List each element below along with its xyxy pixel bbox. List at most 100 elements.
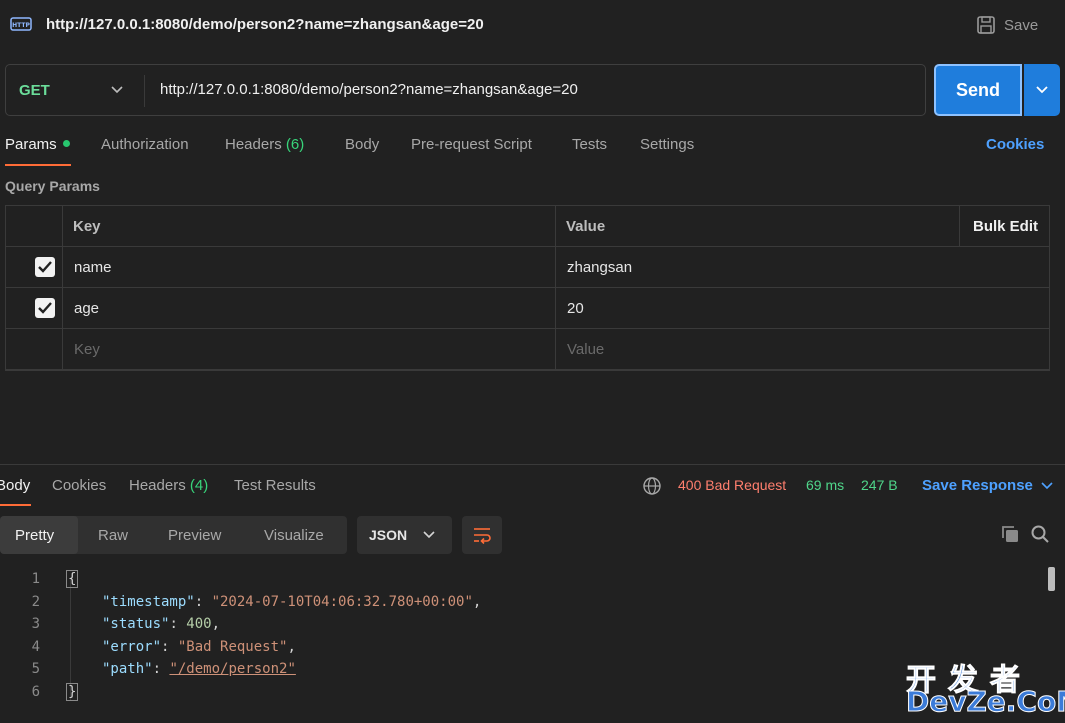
json-key: "path" (102, 661, 153, 677)
format-label: JSON (369, 527, 408, 543)
response-size[interactable]: 247 B (861, 477, 898, 493)
column-divider (959, 206, 960, 247)
response-time[interactable]: 69 ms (806, 477, 844, 493)
send-options-button[interactable] (1024, 64, 1060, 116)
floppy-disk-icon (977, 16, 995, 34)
active-tab-underline (5, 164, 71, 166)
headers-count: (6) (285, 136, 305, 153)
search-icon[interactable] (1030, 524, 1050, 544)
http-file-icon: HTTP (10, 17, 32, 31)
tab-authorization[interactable]: Authorization (101, 136, 189, 153)
json-key: "timestamp" (102, 594, 195, 610)
response-status[interactable]: 400 Bad Request (678, 477, 786, 493)
code-text: "error": "Bad Request", (102, 639, 296, 655)
open-brace: { (66, 570, 79, 588)
response-headers-count: (4) (189, 477, 209, 494)
tab-response-headers[interactable]: Headers (4) (129, 477, 208, 494)
response-body-editor[interactable]: 1 { 2 "timestamp": "2024-07-10T04:06:32.… (0, 568, 1045, 718)
tab-headers[interactable]: Headers (6) (225, 136, 304, 153)
tab-pre-request-script[interactable]: Pre-request Script (411, 136, 532, 153)
query-params-label: Query Params (5, 178, 100, 194)
line-number: 2 (31, 594, 40, 610)
table-row-new: Key Value (6, 329, 1049, 370)
table-row: name zhangsan (6, 247, 1049, 288)
chevron-down-icon (1036, 86, 1048, 94)
view-mode-toggle: Pretty Raw Preview Visualize (0, 516, 347, 554)
checkbox-checked[interactable] (35, 298, 55, 318)
chevron-down-icon (1041, 481, 1053, 489)
line-number: 1 (31, 571, 40, 587)
tab-response-headers-label: Headers (129, 477, 186, 494)
view-visualize[interactable]: Visualize (249, 516, 339, 554)
bulk-edit-button[interactable]: Bulk Edit (973, 206, 1038, 246)
tab-tests[interactable]: Tests (572, 136, 607, 153)
watermark-logo: 开发者 DevZe.CoM (905, 655, 1065, 719)
column-header-value: Value (566, 217, 606, 235)
checkmark-icon (38, 302, 52, 314)
json-comma: , (287, 639, 296, 655)
params-active-dot (62, 140, 70, 147)
table-header-row: Key Value Bulk Edit (6, 206, 1049, 247)
url-input[interactable]: http://127.0.0.1:8080/demo/person2?name=… (160, 81, 578, 98)
code-text: "path": "/demo/person2" (102, 661, 296, 677)
globe-icon[interactable] (642, 476, 662, 496)
response-tabs: Body Cookies Headers (4) Test Results 40… (0, 466, 1065, 508)
tab-params[interactable]: Params (5, 136, 70, 153)
param-checkbox[interactable] (35, 247, 55, 287)
cookies-link[interactable]: Cookies (986, 136, 1044, 153)
tab-settings[interactable]: Settings (640, 136, 694, 153)
code-text: { (66, 570, 79, 588)
view-preview[interactable]: Preview (153, 516, 236, 554)
save-button[interactable]: Save (976, 14, 1038, 36)
code-text: "timestamp": "2024-07-10T04:06:32.780+00… (102, 594, 482, 610)
column-divider (62, 206, 63, 370)
title-bar: HTTP http://127.0.0.1:8080/demo/person2?… (0, 0, 1065, 50)
param-key[interactable]: name (74, 247, 112, 287)
new-param-value-input[interactable]: Value (567, 329, 604, 369)
save-response-button[interactable]: Save Response (922, 477, 1053, 494)
copy-icon[interactable] (1000, 524, 1020, 544)
json-comma: , (472, 594, 482, 610)
line-number: 6 (31, 684, 40, 700)
param-value[interactable]: 20 (567, 288, 584, 328)
new-param-key-input[interactable]: Key (74, 329, 100, 369)
tab-test-results[interactable]: Test Results (234, 477, 316, 494)
table-row: age 20 (6, 288, 1049, 329)
column-header-key: Key (73, 217, 101, 235)
url-bar: GET http://127.0.0.1:8080/demo/person2?n… (5, 64, 926, 116)
format-select[interactable]: JSON (357, 516, 452, 554)
code-line: 2 "timestamp": "2024-07-10T04:06:32.780+… (0, 591, 1000, 613)
param-key[interactable]: age (74, 288, 99, 328)
response-divider[interactable] (0, 464, 1065, 465)
param-value[interactable]: zhangsan (567, 247, 632, 287)
chevron-down-icon (423, 531, 435, 539)
view-raw[interactable]: Raw (83, 516, 143, 554)
json-key: "status" (102, 616, 170, 632)
request-tabs: Params Authorization Headers (6) Body Pr… (0, 126, 1065, 166)
scrollbar[interactable] (1048, 567, 1055, 591)
json-value: "2024-07-10T04:06:32.780+00:00" (211, 594, 473, 610)
checkbox-checked[interactable] (35, 257, 55, 277)
json-comma: , (211, 616, 221, 632)
view-pretty[interactable]: Pretty (0, 516, 78, 554)
json-key: "error" (102, 639, 162, 655)
json-value: 400 (186, 616, 212, 632)
param-checkbox[interactable] (35, 288, 55, 328)
json-value-link[interactable]: "/demo/person2" (169, 661, 295, 677)
close-brace: } (66, 683, 79, 701)
line-number: 5 (31, 661, 40, 677)
chevron-down-icon[interactable] (110, 84, 124, 96)
tab-body[interactable]: Body (345, 136, 379, 153)
send-button[interactable]: Send (934, 64, 1022, 116)
code-line: 6 } (0, 681, 1000, 703)
code-text: "status": 400, (102, 616, 221, 632)
tab-params-label: Params (5, 136, 57, 153)
wrap-lines-icon (474, 528, 491, 544)
request-title[interactable]: http://127.0.0.1:8080/demo/person2?name=… (46, 16, 484, 33)
tab-response-body[interactable]: Body (0, 477, 30, 494)
json-value: "Bad Request" (177, 639, 288, 655)
method-select[interactable]: GET (19, 82, 50, 99)
wrap-lines-button[interactable] (462, 516, 502, 554)
tab-response-cookies[interactable]: Cookies (52, 477, 106, 494)
query-params-table: Key Value Bulk Edit name zhangsan age 20… (5, 205, 1050, 371)
